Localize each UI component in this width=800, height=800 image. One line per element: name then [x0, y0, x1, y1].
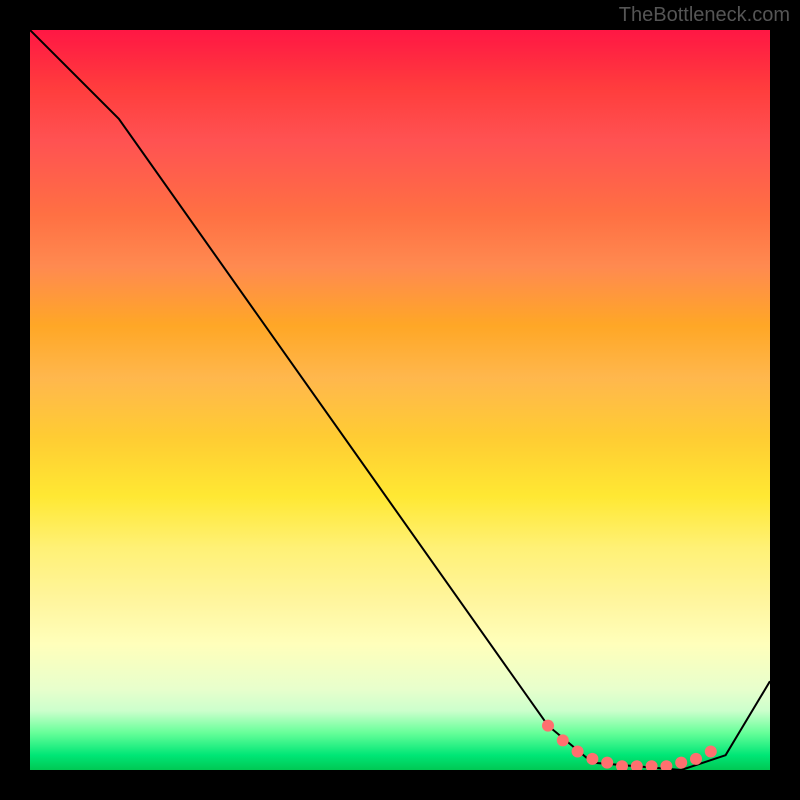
marker-point [572, 746, 584, 758]
marker-point [586, 753, 598, 765]
marker-point [646, 760, 658, 770]
highlight-markers [542, 720, 717, 770]
marker-point [631, 760, 643, 770]
marker-point [660, 760, 672, 770]
marker-point [705, 746, 717, 758]
marker-point [601, 757, 613, 769]
chart-svg [30, 30, 770, 770]
marker-point [675, 757, 687, 769]
marker-point [557, 734, 569, 746]
marker-point [542, 720, 554, 732]
marker-point [616, 760, 628, 770]
marker-point [690, 753, 702, 765]
chart-plot-area [30, 30, 770, 770]
attribution-text: TheBottleneck.com [619, 4, 790, 27]
bottleneck-curve-line [30, 30, 770, 770]
